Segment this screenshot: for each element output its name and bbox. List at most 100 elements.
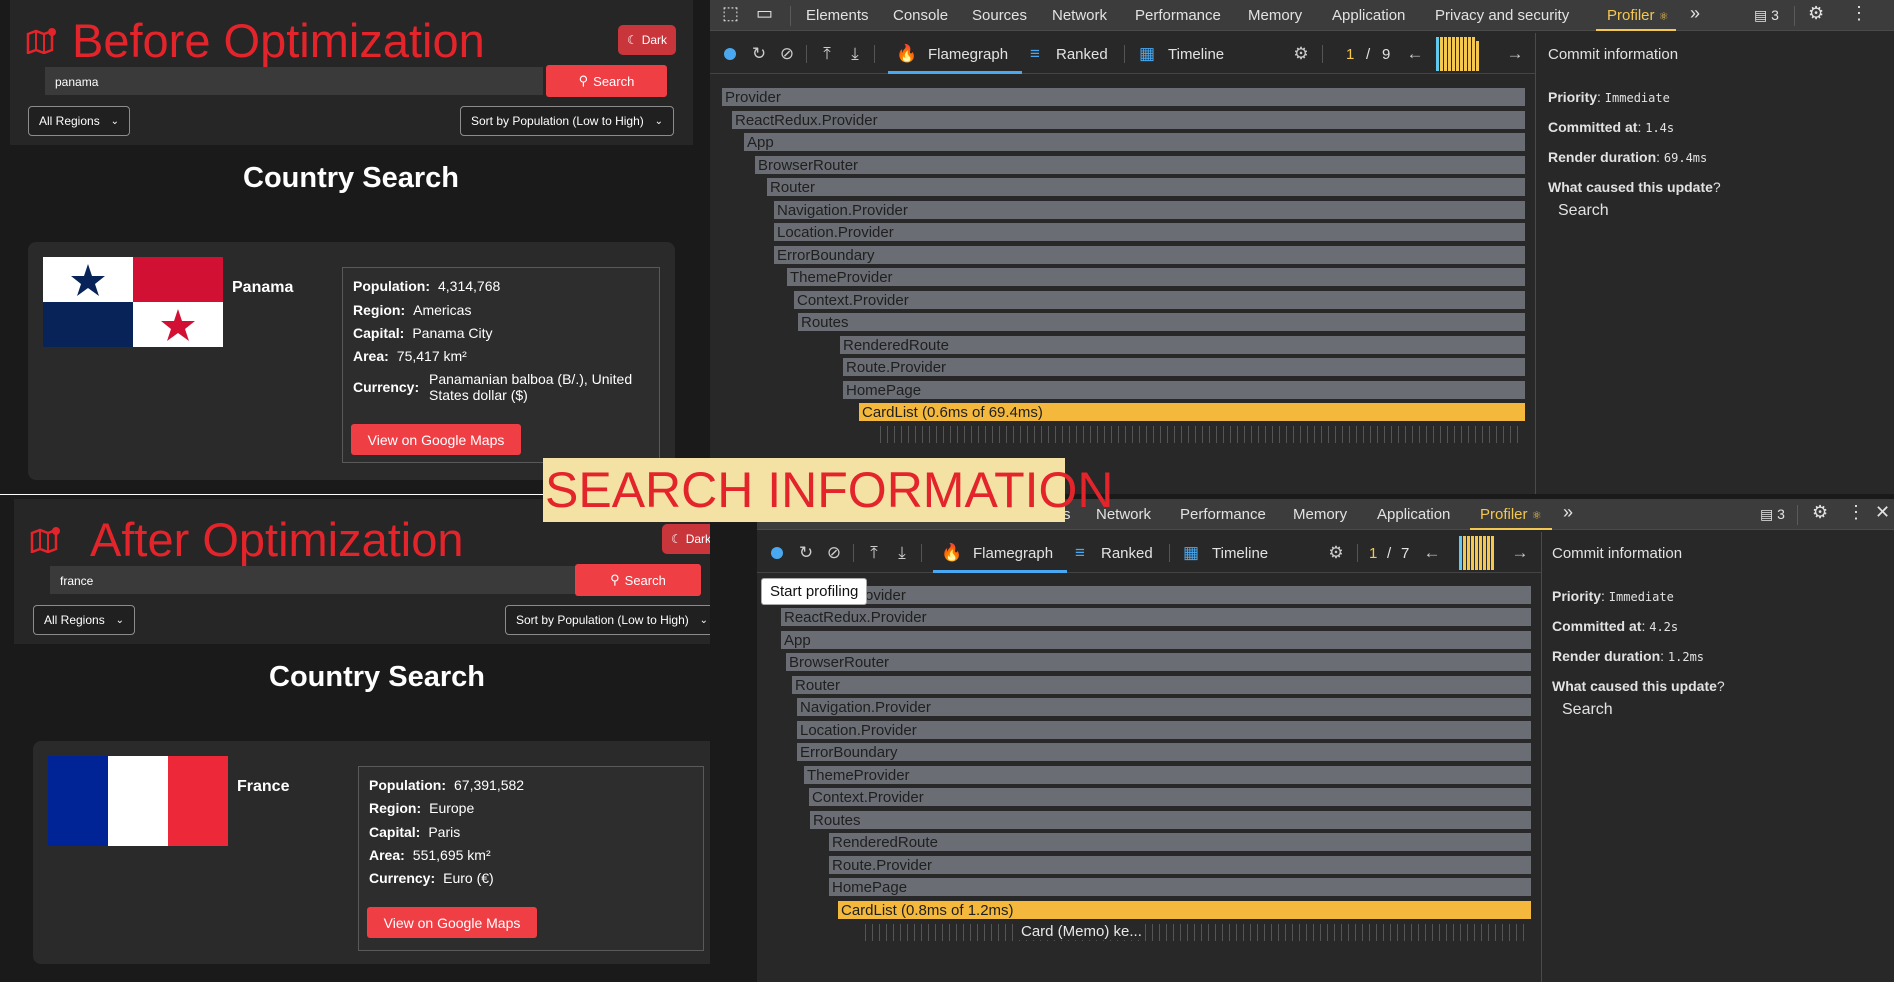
- device-toggle-icon[interactable]: ▭: [756, 3, 773, 24]
- flame-bar[interactable]: Router: [767, 178, 1526, 197]
- arrow-right-icon[interactable]: →: [1506, 44, 1524, 63]
- tab-performance[interactable]: Performance: [1135, 7, 1221, 24]
- dark-label: Dark: [685, 532, 710, 546]
- tab-privacy-security[interactable]: Privacy and security: [1435, 7, 1569, 24]
- flame-bar[interactable]: RenderedRoute: [840, 336, 1526, 355]
- tab-application[interactable]: Application: [1332, 7, 1405, 24]
- flame-bar[interactable]: Location.Provider: [774, 223, 1526, 242]
- flame-bar[interactable]: Router: [792, 676, 1532, 695]
- flame-bar[interactable]: Navigation.Provider: [774, 201, 1526, 220]
- tab-profiler[interactable]: Profiler ⚛: [1607, 7, 1669, 24]
- upload-icon[interactable]: ⤒: [865, 543, 883, 562]
- flame-bar[interactable]: Provider: [847, 586, 1532, 605]
- record-icon[interactable]: [771, 547, 783, 559]
- download-icon[interactable]: ⤓: [846, 44, 864, 63]
- issues-badge[interactable]: ▤ 3: [1754, 7, 1779, 24]
- flame-bar[interactable]: ReactRedux.Provider: [732, 111, 1526, 130]
- reload-icon[interactable]: ↻: [750, 44, 768, 63]
- clear-icon[interactable]: ⊘: [825, 543, 843, 562]
- flame-bar[interactable]: Location.Provider: [797, 721, 1532, 740]
- ranked-tab[interactable]: Ranked: [1056, 46, 1108, 63]
- sort-select[interactable]: Sort by Population (Low to High) ⌄: [505, 605, 710, 635]
- flame-bar[interactable]: App: [781, 631, 1532, 650]
- clear-icon[interactable]: ⊘: [778, 44, 796, 63]
- reload-icon[interactable]: ↻: [797, 543, 815, 562]
- search-input[interactable]: panama: [45, 67, 543, 95]
- commit-bar-chart[interactable]: [1459, 536, 1494, 570]
- flame-bar[interactable]: ErrorBoundary: [774, 246, 1526, 265]
- record-icon[interactable]: [724, 48, 736, 60]
- flame-bar[interactable]: RenderedRoute: [829, 833, 1532, 852]
- region-select[interactable]: All Regions ⌄: [33, 605, 135, 635]
- tab-profiler[interactable]: Profiler ⚛: [1480, 506, 1542, 523]
- timeline-tab[interactable]: Timeline: [1212, 545, 1268, 562]
- arrow-left-icon[interactable]: ←: [1423, 543, 1441, 562]
- tab-network[interactable]: Network: [1052, 7, 1107, 24]
- tab-console[interactable]: Console: [893, 7, 948, 24]
- google-maps-button[interactable]: View on Google Maps: [367, 907, 537, 938]
- download-icon[interactable]: ⤓: [893, 543, 911, 562]
- kebab-menu-icon[interactable]: ⋮: [1850, 3, 1868, 24]
- search-input[interactable]: france: [50, 566, 585, 594]
- tab-sources[interactable]: Sources: [972, 7, 1027, 24]
- flame-bar[interactable]: Context.Provider: [809, 788, 1532, 807]
- population-value: 67,391,582: [454, 777, 525, 793]
- dark-mode-toggle[interactable]: ☾ Dark: [618, 25, 676, 55]
- flame-bar[interactable]: ThemeProvider: [804, 766, 1532, 785]
- search-button[interactable]: ⚲ Search: [546, 65, 667, 97]
- settings-icon[interactable]: ⚙: [1292, 44, 1310, 63]
- more-tabs-icon[interactable]: »: [1690, 3, 1700, 24]
- card-memo-label[interactable]: Card (Memo) ke...: [1019, 923, 1144, 940]
- flame-bar[interactable]: App: [744, 133, 1526, 152]
- tab-performance[interactable]: Performance: [1180, 506, 1266, 523]
- flame-bar[interactable]: HomePage: [843, 381, 1526, 400]
- flame-bar-highlighted[interactable]: CardList (0.8ms of 1.2ms): [838, 901, 1532, 920]
- flame-bar[interactable]: BrowserRouter: [755, 156, 1526, 175]
- flamegraph-tab[interactable]: Flamegraph: [928, 46, 1008, 63]
- search-label: Search: [624, 572, 666, 588]
- flame-bar[interactable]: Context.Provider: [794, 291, 1526, 310]
- tab-application[interactable]: Application: [1377, 506, 1450, 523]
- flame-bar[interactable]: Provider: [722, 88, 1526, 107]
- timeline-tab[interactable]: Timeline: [1168, 46, 1224, 63]
- flame-bar[interactable]: ThemeProvider: [787, 268, 1526, 287]
- cause-value[interactable]: Search: [1562, 701, 1613, 719]
- flame-bar[interactable]: HomePage: [829, 878, 1532, 897]
- search-button[interactable]: ⚲ Search: [575, 564, 701, 596]
- settings-icon[interactable]: ⚙: [1327, 543, 1345, 562]
- gear-icon[interactable]: ⚙: [1808, 3, 1824, 24]
- ranked-tab[interactable]: Ranked: [1101, 545, 1153, 562]
- tab-memory[interactable]: Memory: [1248, 7, 1302, 24]
- arrow-left-icon[interactable]: ←: [1406, 44, 1424, 63]
- gear-icon[interactable]: ⚙: [1812, 502, 1828, 523]
- capital-row: Capital: Panama City: [353, 325, 493, 341]
- flame-bar[interactable]: Navigation.Provider: [797, 698, 1532, 717]
- flame-bar-highlighted[interactable]: CardList (0.6ms of 69.4ms): [859, 403, 1526, 422]
- flame-bar[interactable]: Routes: [798, 313, 1526, 332]
- cause-value[interactable]: Search: [1558, 202, 1609, 220]
- message-icon: ▤: [1760, 506, 1774, 522]
- flame-bar[interactable]: ErrorBoundary: [797, 743, 1532, 762]
- arrow-right-icon[interactable]: →: [1511, 543, 1529, 562]
- flame-bar[interactable]: ReactRedux.Provider: [781, 608, 1532, 627]
- region-select[interactable]: All Regions ⌄: [28, 106, 130, 136]
- tab-elements[interactable]: Elements: [806, 7, 869, 24]
- currency-row: Currency:: [353, 379, 427, 395]
- google-maps-button[interactable]: View on Google Maps: [351, 424, 521, 455]
- upload-icon[interactable]: ⤒: [818, 44, 836, 63]
- close-icon[interactable]: ✕: [1875, 502, 1890, 523]
- kebab-menu-icon[interactable]: ⋮: [1847, 502, 1865, 523]
- flamegraph-tab[interactable]: Flamegraph: [973, 545, 1053, 562]
- dark-mode-toggle[interactable]: ☾ Dark: [662, 524, 710, 554]
- inspect-icon[interactable]: ⬚: [722, 3, 739, 24]
- flame-bar[interactable]: BrowserRouter: [786, 653, 1532, 672]
- issues-badge[interactable]: ▤ 3: [1760, 506, 1785, 523]
- more-tabs-icon[interactable]: »: [1563, 502, 1573, 523]
- sort-select[interactable]: Sort by Population (Low to High) ⌄: [460, 106, 674, 136]
- panama-flag-image: [43, 257, 223, 347]
- flame-bar[interactable]: Route.Provider: [829, 856, 1532, 875]
- commit-bar-chart[interactable]: [1436, 37, 1479, 71]
- flame-bar[interactable]: Routes: [810, 811, 1532, 830]
- flame-bar[interactable]: Route.Provider: [843, 358, 1526, 377]
- tab-memory[interactable]: Memory: [1293, 506, 1347, 523]
